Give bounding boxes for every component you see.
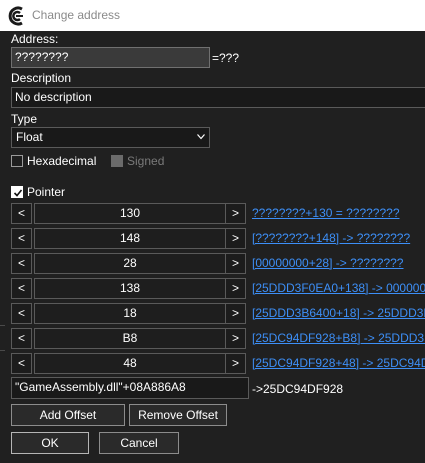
offset-input[interactable]: B8 [34, 328, 226, 349]
type-select-value: Float [16, 130, 43, 144]
increase-offset-button[interactable]: > [225, 278, 246, 299]
divider [0, 325, 5, 326]
hexadecimal-label: Hexadecimal [27, 154, 97, 168]
offset-row: < 28 > [00000000+28] -> ???????? [11, 253, 425, 275]
offset-input[interactable]: 28 [34, 253, 226, 274]
offset-input[interactable]: 130 [34, 203, 226, 224]
pointer-checkbox[interactable] [11, 186, 23, 198]
signed-checkbox [111, 155, 123, 167]
decrease-offset-button[interactable]: < [11, 203, 32, 224]
decrease-offset-button[interactable]: < [11, 253, 32, 274]
base-address-result: ->25DC94DF928 [252, 382, 344, 396]
decrease-offset-button[interactable]: < [11, 303, 32, 324]
offset-resolved-link[interactable]: [25DDD3F0EA0+138] -> 00000000 [252, 281, 425, 295]
checkmark-icon [13, 189, 23, 197]
offset-row: < 148 > [????????+148] -> ???????? [11, 228, 425, 250]
cheat-engine-icon [8, 6, 23, 26]
decrease-offset-button[interactable]: < [11, 228, 32, 249]
offset-input[interactable]: 138 [34, 278, 226, 299]
remove-offset-button[interactable]: Remove Offset [129, 404, 227, 426]
chevron-down-icon [197, 134, 205, 140]
offset-row: < 48 > [25DC94DF928+48] -> 25DC94DF [11, 353, 425, 375]
address-value-readout: =??? [212, 51, 240, 65]
address-label: Address: [11, 32, 59, 46]
type-select[interactable]: Float [11, 127, 210, 148]
increase-offset-button[interactable]: > [225, 203, 246, 224]
offset-resolved-link[interactable]: [25DDD3B6400+18] -> 25DDD3F0 [252, 306, 425, 320]
offset-resolved-link[interactable]: [????????+148] -> ???????? [252, 231, 410, 245]
description-input[interactable]: No description [11, 87, 425, 108]
offset-resolved-link[interactable]: [25DC94DF928+48] -> 25DC94DF [252, 356, 425, 370]
offset-input[interactable]: 18 [34, 303, 226, 324]
offset-row: < 18 > [25DDD3B6400+18] -> 25DDD3F0 [11, 303, 425, 325]
pointer-label: Pointer [27, 185, 66, 199]
increase-offset-button[interactable]: > [225, 353, 246, 374]
increase-offset-button[interactable]: > [225, 328, 246, 349]
hexadecimal-checkbox[interactable] [11, 155, 23, 167]
offset-resolved-link[interactable]: [00000000+28] -> ???????? [252, 256, 403, 270]
address-input[interactable]: ???????? [11, 47, 210, 68]
window-title: Change address [32, 8, 121, 22]
offset-input[interactable]: 48 [34, 353, 226, 374]
type-label: Type [11, 112, 38, 126]
base-address-input[interactable]: "GameAssembly.dll"+08A886A8 [11, 377, 249, 399]
offset-row: < 130 > ????????+130 = ???????? [11, 203, 425, 225]
decrease-offset-button[interactable]: < [11, 353, 32, 374]
increase-offset-button[interactable]: > [225, 303, 246, 324]
increase-offset-button[interactable]: > [225, 253, 246, 274]
offset-row: < 138 > [25DDD3F0EA0+138] -> 00000000 [11, 278, 425, 300]
add-offset-button[interactable]: Add Offset [11, 404, 125, 426]
divider [0, 350, 5, 351]
decrease-offset-button[interactable]: < [11, 328, 32, 349]
decrease-offset-button[interactable]: < [11, 278, 32, 299]
ok-button[interactable]: OK [11, 432, 89, 454]
title-bar: Change address [0, 0, 425, 31]
cancel-button[interactable]: Cancel [99, 432, 179, 454]
increase-offset-button[interactable]: > [225, 228, 246, 249]
offset-row: < B8 > [25DC94DF928+B8] -> 25DDD3B6 [11, 328, 425, 350]
signed-label: Signed [127, 154, 165, 168]
offset-resolved-link[interactable]: [25DC94DF928+B8] -> 25DDD3B6 [252, 331, 425, 345]
description-label: Description [11, 71, 72, 85]
offset-input[interactable]: 148 [34, 228, 226, 249]
offset-resolved-link[interactable]: ????????+130 = ???????? [252, 206, 400, 220]
